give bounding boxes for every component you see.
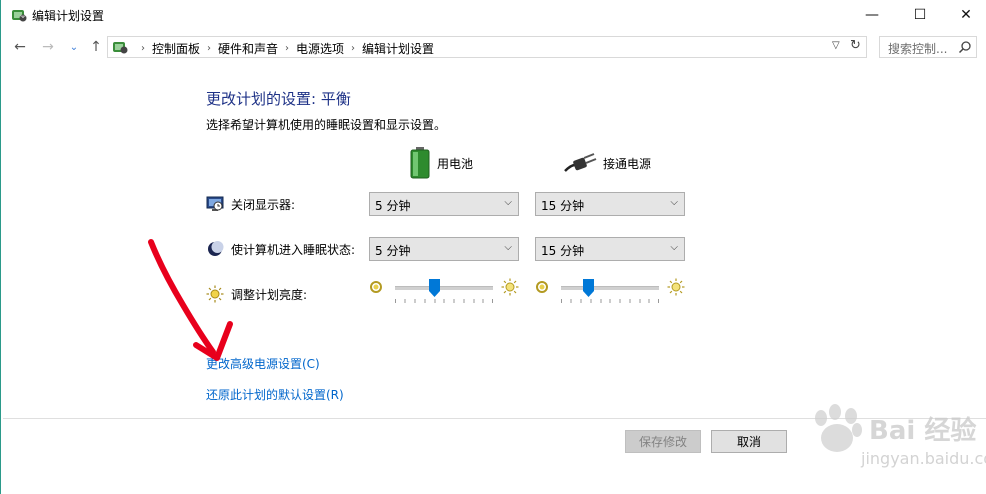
battery-icon: [410, 147, 430, 179]
control-panel-icon: [113, 42, 128, 54]
slider-track[interactable]: [561, 286, 659, 290]
brightness-plugged-slider[interactable]: [535, 278, 685, 304]
slider-ticks: [561, 299, 659, 303]
restore-defaults-link[interactable]: 还原此计划的默认设置(R): [206, 386, 344, 403]
sleep-battery-value: 5 分钟: [375, 244, 411, 258]
breadcrumb-control-panel[interactable]: 控制面板: [152, 40, 200, 57]
slider-track[interactable]: [395, 286, 493, 290]
turn-off-display-label: 关闭显示器:: [231, 197, 296, 212]
display-off-plugged-select[interactable]: 15 分钟 ⌵: [535, 192, 685, 216]
breadcrumb-separator-icon[interactable]: ›: [285, 43, 289, 54]
sleep-moon-icon: [208, 241, 224, 256]
bright-sun-icon: [667, 278, 685, 296]
dim-sun-icon: [536, 281, 548, 293]
chevron-down-icon: ⌵: [504, 197, 512, 208]
display-off-battery-value: 5 分钟: [375, 199, 411, 213]
breadcrumb: › 控制面板 › 硬件和声音 › 电源选项 › 编辑计划设置: [134, 40, 434, 57]
window-title: 编辑计划设置: [32, 9, 105, 23]
breadcrumb-separator-icon[interactable]: ›: [207, 43, 211, 54]
battery-column-label: 用电池: [437, 156, 474, 171]
brightness-sun-icon: [206, 285, 224, 303]
chevron-down-icon: ⌵: [670, 197, 678, 208]
column-header-plugged-in: 接通电源: [563, 146, 651, 180]
bright-sun-icon: [501, 278, 519, 296]
slider-ticks: [395, 299, 493, 303]
edit-plan-settings-window: 编辑计划设置 — ☐ ✕ ← → ⌄ ↑ › 控制面板 › 硬件和声音 › 电源…: [0, 0, 986, 494]
sleep-plugged-value: 15 分钟: [541, 244, 585, 258]
power-plug-icon: [564, 153, 597, 172]
brightness-battery-slider[interactable]: [369, 278, 519, 304]
display-off-plugged-value: 15 分钟: [541, 199, 585, 213]
brightness-label: 调整计划亮度:: [231, 287, 308, 302]
watermark-brand: Bai 经验: [869, 416, 977, 446]
dim-sun-icon: [370, 281, 382, 293]
cancel-button[interactable]: 取消: [711, 430, 787, 453]
address-history-chevron-icon[interactable]: ▽: [832, 40, 840, 51]
save-changes-button[interactable]: 保存修改: [625, 430, 701, 453]
watermark-url: jingyan.baidu.com: [861, 449, 986, 468]
power-options-icon: [12, 10, 27, 22]
plugged-in-column-label: 接通电源: [603, 156, 652, 171]
breadcrumb-edit-plan[interactable]: 编辑计划设置: [362, 40, 434, 57]
sleep-battery-select[interactable]: 5 分钟 ⌵: [369, 237, 519, 261]
page-title: 更改计划的设置: 平衡: [206, 90, 351, 108]
up-arrow-icon[interactable]: ↑: [87, 38, 105, 56]
advanced-power-settings-link[interactable]: 更改高级电源设置(C): [206, 355, 320, 372]
minimize-button[interactable]: —: [849, 0, 895, 30]
brightness-row-label: 调整计划亮度:: [206, 285, 307, 303]
turn-off-display-row-label: 关闭显示器:: [206, 195, 295, 213]
column-header-battery: 用电池: [409, 146, 473, 180]
breadcrumb-hardware-sound[interactable]: 硬件和声音: [218, 40, 278, 57]
display-timer-icon: [206, 196, 224, 211]
slider-thumb[interactable]: [428, 279, 440, 297]
breadcrumb-power-options[interactable]: 电源选项: [296, 40, 344, 57]
title-bar: 编辑计划设置 — ☐ ✕: [1, 0, 986, 30]
sleep-label: 使计算机进入睡眠状态:: [231, 242, 356, 257]
recent-locations-chevron-icon[interactable]: ⌄: [65, 38, 83, 56]
breadcrumb-separator-icon[interactable]: ›: [351, 43, 355, 54]
search-placeholder: 搜索控制...: [888, 42, 948, 56]
maximize-button[interactable]: ☐: [897, 0, 943, 30]
search-icon[interactable]: [958, 40, 972, 54]
display-off-battery-select[interactable]: 5 分钟 ⌵: [369, 192, 519, 216]
back-arrow-icon[interactable]: ←: [11, 38, 29, 56]
forward-arrow-icon[interactable]: →: [39, 38, 57, 56]
sleep-plugged-select[interactable]: 15 分钟 ⌵: [535, 237, 685, 261]
navigation-bar: ← → ⌄ ↑ › 控制面板 › 硬件和声音 › 电源选项 › 编辑计划设置 ▽…: [1, 34, 986, 60]
slider-thumb[interactable]: [582, 279, 594, 297]
refresh-icon[interactable]: ↻: [850, 38, 861, 53]
sleep-row-label: 使计算机进入睡眠状态:: [206, 240, 355, 258]
page-description: 选择希望计算机使用的睡眠设置和显示设置。: [206, 118, 447, 132]
close-button[interactable]: ✕: [943, 0, 986, 30]
breadcrumb-separator-icon[interactable]: ›: [141, 43, 145, 54]
chevron-down-icon: ⌵: [670, 242, 678, 253]
chevron-down-icon: ⌵: [504, 242, 512, 253]
address-box[interactable]: › 控制面板 › 硬件和声音 › 电源选项 › 编辑计划设置 ▽ ↻: [107, 36, 867, 58]
search-input[interactable]: 搜索控制...: [879, 36, 977, 58]
